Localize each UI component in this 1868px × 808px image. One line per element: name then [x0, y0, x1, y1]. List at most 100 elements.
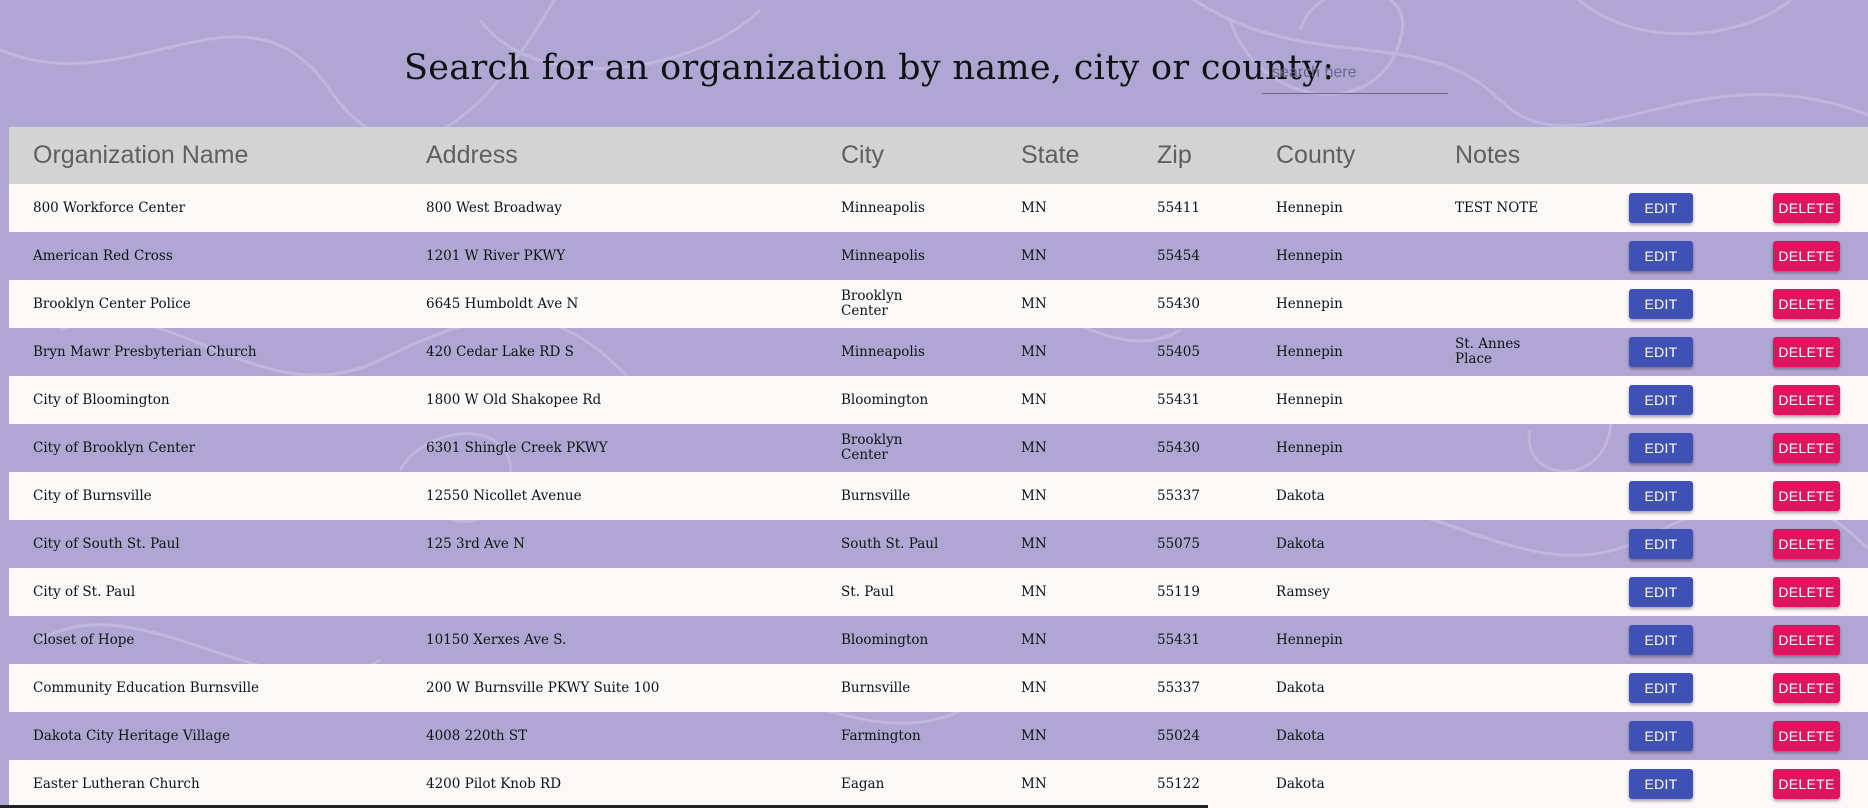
cell-notes	[1455, 376, 1535, 424]
cell-notes	[1455, 664, 1535, 712]
cell-state: MN	[1021, 247, 1047, 264]
cell-organization-name: Easter Lutheran Church	[33, 775, 200, 792]
cell-state: MN	[1021, 199, 1047, 216]
header-zip[interactable]: Zip	[1157, 141, 1192, 170]
table-row: Easter Lutheran Church 4200 Pilot Knob R…	[9, 760, 1868, 808]
table-row: Community Education Burnsville 200 W Bur…	[9, 664, 1868, 712]
table-row: 800 Workforce Center 800 West Broadway M…	[9, 184, 1868, 232]
cell-address: 800 West Broadway	[426, 199, 562, 216]
delete-button[interactable]: DELETE	[1773, 625, 1840, 655]
delete-button[interactable]: DELETE	[1773, 433, 1840, 463]
cell-county: Hennepin	[1276, 391, 1343, 408]
delete-button[interactable]: DELETE	[1773, 337, 1840, 367]
cell-address: 200 W Burnsville PKWY Suite 100	[426, 679, 660, 696]
cell-state: MN	[1021, 343, 1047, 360]
cell-organization-name: City of Bloomington	[33, 391, 170, 408]
table-row: City of Bloomington 1800 W Old Shakopee …	[9, 376, 1868, 424]
cell-state: MN	[1021, 631, 1047, 648]
cell-zip: 55337	[1157, 679, 1200, 696]
cell-zip: 55431	[1157, 631, 1200, 648]
edit-button[interactable]: EDIT	[1629, 385, 1693, 415]
cell-city: Eagan	[841, 775, 885, 792]
edit-button[interactable]: EDIT	[1629, 721, 1693, 751]
cell-county: Dakota	[1276, 775, 1325, 792]
cell-county: Ramsey	[1276, 583, 1330, 600]
delete-button[interactable]: DELETE	[1773, 721, 1840, 751]
cell-zip: 55430	[1157, 439, 1200, 456]
search-input[interactable]	[1262, 52, 1448, 94]
edit-button[interactable]: EDIT	[1629, 481, 1693, 511]
header-county[interactable]: County	[1276, 141, 1355, 170]
cell-city: Brooklyn Center	[841, 288, 903, 319]
table-row: City of Brooklyn Center 6301 Shingle Cre…	[9, 424, 1868, 472]
cell-city: Bloomington	[841, 631, 929, 648]
table-row: Brooklyn Center Police 6645 Humboldt Ave…	[9, 280, 1868, 328]
cell-state: MN	[1021, 679, 1047, 696]
cell-address: 6645 Humboldt Ave N	[426, 295, 579, 312]
cell-zip: 55454	[1157, 247, 1200, 264]
cell-state: MN	[1021, 727, 1047, 744]
cell-city: Bloomington	[841, 391, 929, 408]
header-notes[interactable]: Notes	[1455, 141, 1520, 170]
cell-organization-name: American Red Cross	[33, 247, 173, 264]
cell-city: Brooklyn Center	[841, 432, 903, 463]
cell-city: Minneapolis	[841, 199, 925, 216]
cell-city: St. Paul	[841, 583, 894, 600]
delete-button[interactable]: DELETE	[1773, 577, 1840, 607]
edit-button[interactable]: EDIT	[1629, 241, 1693, 271]
cell-notes	[1455, 520, 1535, 568]
edit-button[interactable]: EDIT	[1629, 193, 1693, 223]
edit-button[interactable]: EDIT	[1629, 433, 1693, 463]
cell-notes	[1455, 280, 1535, 328]
header-organization-name[interactable]: Organization Name	[33, 141, 248, 170]
cell-notes	[1455, 568, 1535, 616]
edit-button[interactable]: EDIT	[1629, 577, 1693, 607]
delete-button[interactable]: DELETE	[1773, 241, 1840, 271]
cell-address: 6301 Shingle Creek PKWY	[426, 439, 608, 456]
cell-notes	[1455, 760, 1535, 808]
cell-notes	[1455, 712, 1535, 760]
delete-button[interactable]: DELETE	[1773, 673, 1840, 703]
delete-button[interactable]: DELETE	[1773, 289, 1840, 319]
cell-address: 1800 W Old Shakopee Rd	[426, 391, 602, 408]
cell-state: MN	[1021, 487, 1047, 504]
cell-state: MN	[1021, 295, 1047, 312]
cell-address: 12550 Nicollet Avenue	[426, 487, 582, 504]
table-row: Bryn Mawr Presbyterian Church 420 Cedar …	[9, 328, 1868, 376]
cell-organization-name: 800 Workforce Center	[33, 199, 186, 216]
edit-button[interactable]: EDIT	[1629, 529, 1693, 559]
cell-notes	[1455, 472, 1535, 520]
cell-address: 125 3rd Ave N	[426, 535, 525, 552]
edit-button[interactable]: EDIT	[1629, 625, 1693, 655]
delete-button[interactable]: DELETE	[1773, 529, 1840, 559]
cell-county: Hennepin	[1276, 199, 1343, 216]
delete-button[interactable]: DELETE	[1773, 481, 1840, 511]
edit-button[interactable]: EDIT	[1629, 337, 1693, 367]
header-address[interactable]: Address	[426, 141, 518, 170]
header-city[interactable]: City	[841, 141, 884, 170]
edit-button[interactable]: EDIT	[1629, 673, 1693, 703]
cell-city: Burnsville	[841, 679, 911, 696]
cell-organization-name: Community Education Burnsville	[33, 679, 260, 696]
cell-zip: 55405	[1157, 343, 1200, 360]
delete-button[interactable]: DELETE	[1773, 385, 1840, 415]
cell-county: Hennepin	[1276, 343, 1343, 360]
header-state[interactable]: State	[1021, 141, 1079, 170]
cell-address: 4200 Pilot Knob RD	[426, 775, 562, 792]
table-row: City of Burnsville 12550 Nicollet Avenue…	[9, 472, 1868, 520]
cell-organization-name: City of Burnsville	[33, 487, 152, 504]
cell-zip: 55431	[1157, 391, 1200, 408]
cell-notes	[1455, 424, 1535, 472]
cell-county: Dakota	[1276, 727, 1325, 744]
cell-address: 10150 Xerxes Ave S.	[426, 631, 567, 648]
edit-button[interactable]: EDIT	[1629, 769, 1693, 799]
search-title: Search for an organization by name, city…	[404, 48, 1335, 88]
cell-address: 4008 220th ST	[426, 727, 528, 744]
delete-button[interactable]: DELETE	[1773, 193, 1840, 223]
cell-organization-name: City of St. Paul	[33, 583, 136, 600]
cell-county: Hennepin	[1276, 439, 1343, 456]
cell-state: MN	[1021, 775, 1047, 792]
cell-zip: 55122	[1157, 775, 1200, 792]
delete-button[interactable]: DELETE	[1773, 769, 1840, 799]
edit-button[interactable]: EDIT	[1629, 289, 1693, 319]
